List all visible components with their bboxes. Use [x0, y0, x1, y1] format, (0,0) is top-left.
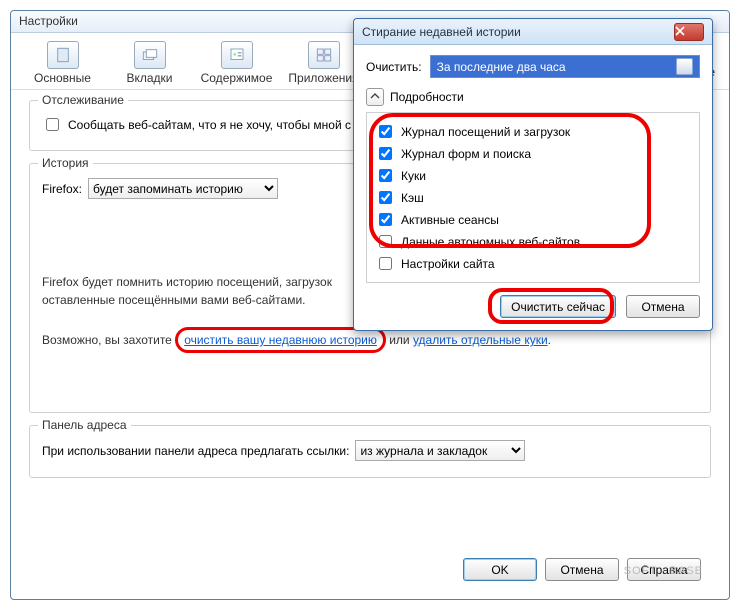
addressbar-suggest-select[interactable]: из журнала и закладок: [355, 440, 525, 461]
dialog-titlebar[interactable]: Стирание недавней истории: [354, 19, 712, 45]
history-mode-select[interactable]: будет запоминать историю: [88, 178, 278, 199]
chevron-up-icon: [370, 90, 380, 104]
toolbar-general-label: Основные: [34, 71, 91, 85]
chk-cache-label: Кэш: [401, 191, 424, 205]
or-text: или: [386, 333, 413, 347]
delete-cookies-link[interactable]: удалить отдельные куки: [413, 333, 548, 347]
toolbar-content-label: Содержимое: [201, 71, 273, 85]
chk-forms-label: Журнал форм и поиска: [401, 147, 531, 161]
dialog-body: Очистить: За последние два часа Подробно…: [354, 45, 712, 330]
toolbar-tabs[interactable]: Вкладки: [112, 41, 187, 85]
time-range-value: За последние два часа: [437, 60, 566, 74]
dialog-close-button[interactable]: [674, 23, 704, 41]
dialog-title: Стирание недавней истории: [362, 25, 674, 39]
time-range-select[interactable]: За последние два часа: [430, 55, 700, 78]
chk-cookies-label: Куки: [401, 169, 426, 183]
addressbar-title: Панель адреса: [38, 418, 131, 432]
content-icon: [221, 41, 253, 69]
apps-icon: [308, 41, 340, 69]
dialog-cancel-button[interactable]: Отмена: [626, 295, 700, 318]
chk-sessions-label: Активные сеансы: [401, 213, 499, 227]
clear-history-dialog: Стирание недавней истории Очистить: За п…: [353, 18, 713, 331]
chk-forms[interactable]: [379, 147, 392, 160]
close-icon: [675, 25, 703, 39]
tracking-title: Отслеживание: [38, 93, 128, 107]
clear-now-button[interactable]: Очистить сейчас: [500, 295, 616, 318]
toolbar-general[interactable]: Основные: [25, 41, 100, 85]
firefox-label: Firefox:: [42, 182, 82, 196]
chk-cache[interactable]: [379, 191, 392, 204]
dnt-checkbox[interactable]: [46, 118, 59, 131]
details-label: Подробности: [390, 90, 464, 104]
cancel-button[interactable]: Отмена: [545, 558, 619, 581]
addressbar-label: При использовании панели адреса предлага…: [42, 444, 349, 458]
period: .: [548, 333, 551, 347]
settings-title: Настройки: [19, 14, 78, 28]
clear-history-highlight: очистить вашу недавнюю историю: [175, 327, 386, 353]
addressbar-group: Панель адреса При использовании панели а…: [29, 425, 711, 478]
details-checklist: Журнал посещений и загрузок Журнал форм …: [366, 112, 700, 283]
tabs-icon: [134, 41, 166, 69]
toolbar-tabs-label: Вкладки: [126, 71, 172, 85]
toolbar-content[interactable]: Содержимое: [199, 41, 274, 85]
chk-offline-label: Данные автономных веб-сайтов: [401, 235, 580, 249]
history-title: История: [38, 156, 93, 170]
chk-offline[interactable]: [379, 235, 392, 248]
chk-siteprefs-label: Настройки сайта: [401, 257, 495, 271]
chevron-down-icon: [681, 63, 689, 71]
clear-label: Очистить:: [366, 60, 422, 74]
chk-visits-label: Журнал посещений и загрузок: [401, 125, 570, 139]
chk-sessions[interactable]: [379, 213, 392, 226]
clear-history-link[interactable]: очистить вашу недавнюю историю: [184, 333, 377, 347]
toolbar-apps[interactable]: Приложения: [286, 41, 361, 85]
maybe-prefix: Возможно, вы захотите: [42, 333, 175, 347]
watermark: SOFT - BASE: [624, 565, 703, 577]
ok-button[interactable]: OK: [463, 558, 537, 581]
dnt-label: Сообщать веб-сайтам, что я не хочу, чтоб…: [68, 118, 351, 132]
general-icon: [47, 41, 79, 69]
toolbar-apps-label: Приложения: [288, 71, 358, 85]
details-toggle[interactable]: [366, 88, 384, 106]
chk-visits[interactable]: [379, 125, 392, 138]
chk-cookies[interactable]: [379, 169, 392, 182]
chk-siteprefs[interactable]: [379, 257, 392, 270]
